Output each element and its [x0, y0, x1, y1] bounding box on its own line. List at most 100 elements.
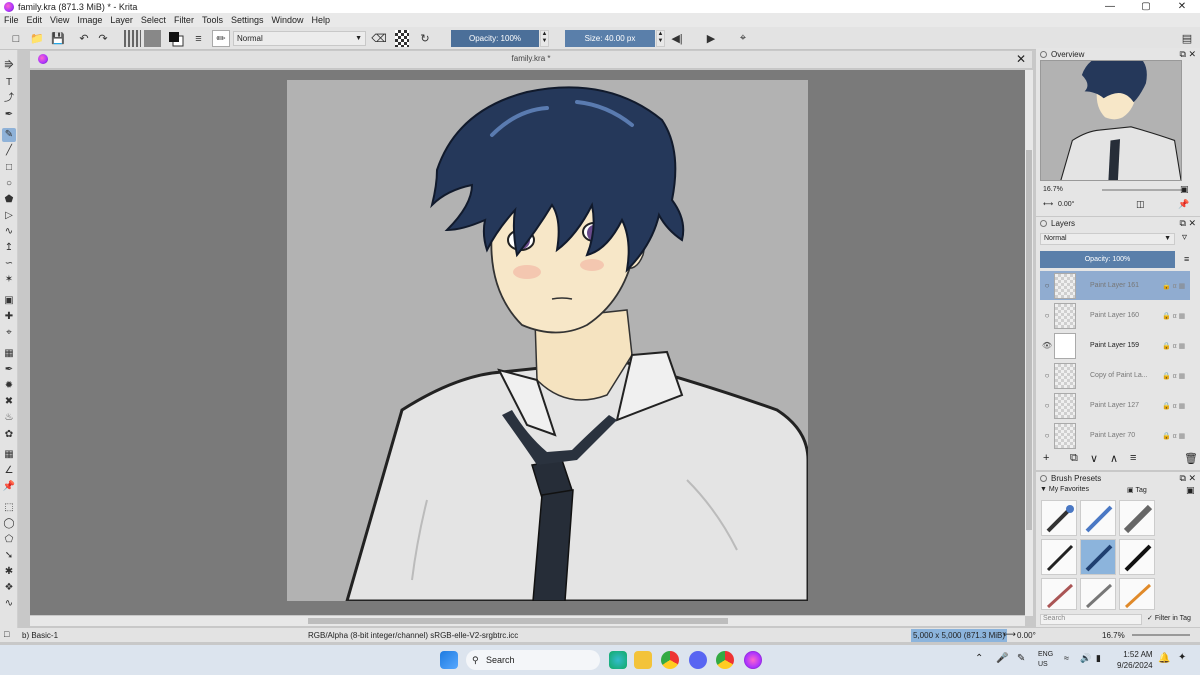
wifi-icon[interactable]: ≈ [1064, 653, 1069, 663]
menu-help[interactable]: Help [312, 15, 331, 25]
layer-lock-alpha-icons[interactable]: 🔒 α ▦ [1162, 432, 1190, 440]
battery-icon[interactable]: ▮ [1096, 653, 1101, 664]
brush-preset-cell[interactable] [1119, 500, 1155, 536]
opacity-spin[interactable]: ▲ ▼ [540, 30, 549, 47]
layer-visibility-off-icon[interactable]: ○ [1040, 311, 1054, 320]
select-shapes-tool-icon[interactable]: ⭆ [2, 59, 16, 73]
open-folder-icon[interactable]: 📁 [29, 30, 45, 47]
move-layer-up-icon[interactable]: ∧ [1110, 452, 1118, 465]
save-icon[interactable]: 💾 [50, 30, 66, 47]
layer-lock-alpha-icons[interactable]: 🔒 α ▦ [1162, 282, 1190, 290]
layer-filter-icon[interactable]: ▿ [1182, 232, 1187, 243]
pen-icon[interactable]: ✎ [1017, 653, 1025, 664]
layer-row[interactable]: ○ Paint Layer 161 🔒 α ▦ [1040, 271, 1190, 300]
menu-tools[interactable]: Tools [202, 15, 223, 25]
mirror-vertical-icon[interactable]: ▶ [704, 30, 718, 47]
mirror-view-icon[interactable]: ◫ [1136, 199, 1145, 210]
brush-preset-cell[interactable] [1041, 539, 1077, 575]
tag-button[interactable]: ▣ Tag [1127, 486, 1147, 494]
eraser-icon[interactable]: ⌫ [371, 30, 387, 47]
enclose-fill-tool-icon[interactable]: ✿ [2, 428, 16, 442]
elliptical-selection-tool-icon[interactable]: ◯ [2, 517, 16, 531]
edit-shapes-tool-icon[interactable]: ⤴ [2, 92, 16, 106]
brush-preset-cell[interactable] [1119, 578, 1155, 610]
move-layer-down-icon[interactable]: ∨ [1090, 452, 1098, 465]
canvas-area[interactable] [30, 70, 1025, 615]
layer-row[interactable]: ○ Copy of Paint La... 🔒 α ▦ [1040, 361, 1190, 390]
fg-bg-color-icon[interactable] [167, 30, 184, 47]
brush-preset-cell[interactable] [1041, 578, 1077, 610]
zoom-fit-icon[interactable]: ▣ [1180, 184, 1189, 195]
current-brush-label[interactable]: b) Basic-1 [22, 631, 58, 640]
layer-options-icon[interactable]: ≡ [1184, 254, 1189, 264]
menu-filter[interactable]: Filter [174, 15, 194, 25]
brush-preset-cell[interactable] [1080, 500, 1116, 536]
krita-taskbar-icon[interactable] [744, 651, 762, 669]
maximize-button[interactable]: ▢ [1128, 0, 1164, 13]
show-hidden-icons-icon[interactable]: ⌃ [975, 653, 983, 664]
layer-row[interactable]: 👁 Paint Layer 159 🔒 α ▦ [1040, 331, 1190, 360]
layer-opacity-slider[interactable]: Opacity: 100% [1040, 251, 1175, 268]
measure-tool-icon[interactable]: ∠ [2, 464, 16, 478]
status-zoom-slider[interactable] [1132, 634, 1190, 636]
docker-float-close-icon[interactable]: ⧉ ✕ [1180, 473, 1196, 484]
menu-view[interactable]: View [50, 15, 69, 25]
menu-edit[interactable]: Edit [27, 15, 43, 25]
bezier-tool-icon[interactable]: ∿ [2, 225, 16, 239]
docker-float-close-icon[interactable]: ⧉ ✕ [1180, 49, 1196, 60]
fill-tool-icon[interactable]: ♨ [2, 411, 16, 425]
close-document-icon[interactable]: ✕ [1016, 52, 1026, 66]
artwork-canvas[interactable] [287, 80, 808, 601]
status-rotation[interactable]: 0.00° [1017, 631, 1036, 640]
layer-row[interactable]: ○ Paint Layer 127 🔒 α ▦ [1040, 391, 1190, 420]
copilot-icon[interactable]: ✦ [1178, 652, 1186, 663]
overview-thumbnail[interactable] [1040, 60, 1182, 181]
file-explorer-icon[interactable] [634, 651, 652, 669]
freehand-selection-tool-icon[interactable]: ➘ [2, 549, 16, 563]
brush-view-icon[interactable]: ▣ [1186, 485, 1195, 496]
layer-row[interactable]: ○ Paint Layer 160 🔒 α ▦ [1040, 301, 1190, 330]
pin-icon[interactable]: 📌 [1178, 199, 1189, 210]
taskbar-clock[interactable]: 1:52 AM 9/26/2024 [1117, 649, 1153, 671]
new-document-icon[interactable]: □ [8, 30, 24, 47]
brush-settings-icon[interactable]: ≡ [190, 30, 207, 47]
crop-tool-icon[interactable]: ⌖ [2, 326, 16, 340]
layer-lock-alpha-icons[interactable]: 🔒 α ▦ [1162, 372, 1190, 380]
contiguous-selection-tool-icon[interactable]: ✱ [2, 565, 16, 579]
ellipse-tool-icon[interactable]: ○ [2, 177, 16, 191]
overview-rotation[interactable]: 0.00° [1058, 201, 1074, 208]
layer-lock-alpha-icons[interactable]: 🔒 α ▦ [1162, 342, 1190, 350]
layer-visibility-off-icon[interactable]: ○ [1040, 371, 1054, 380]
polygon-tool-icon[interactable]: ⬟ [2, 193, 16, 207]
brush-preset-cell[interactable] [1041, 500, 1077, 536]
windows-start-icon[interactable] [440, 651, 458, 669]
multibrush-tool-icon[interactable]: ✶ [2, 273, 16, 287]
layer-properties-icon[interactable]: ≡ [1130, 452, 1136, 464]
smart-patch-tool-icon[interactable]: ✖ [2, 395, 16, 409]
opacity-slider[interactable]: Opacity: 100% [451, 30, 539, 47]
layer-visibility-off-icon[interactable]: ○ [1040, 431, 1054, 440]
horizontal-scrollbar[interactable] [30, 616, 1025, 626]
bezier-selection-tool-icon[interactable]: ∿ [2, 597, 16, 611]
colorize-mask-tool-icon[interactable]: ✹ [2, 379, 16, 393]
taskbar-search[interactable]: ⚲ Search [466, 650, 600, 670]
hscroll-thumb[interactable] [308, 618, 728, 624]
blend-mode-select[interactable]: Normal ▼ [233, 31, 366, 46]
layer-lock-alpha-icons[interactable]: 🔒 α ▦ [1162, 312, 1190, 320]
vertical-scrollbar[interactable] [1025, 70, 1033, 616]
filter-in-tag-checkbox[interactable]: ✓ Filter in Tag [1147, 614, 1191, 622]
layer-visibility-on-icon[interactable]: 👁 [1040, 341, 1054, 350]
workspace-icon[interactable]: ▤ [1180, 30, 1194, 47]
transform-tool-icon[interactable]: ▣ [2, 294, 16, 308]
vscroll-thumb[interactable] [1026, 150, 1032, 530]
docker-lock-icon[interactable] [1040, 220, 1047, 227]
add-layer-icon[interactable]: + [1043, 452, 1049, 464]
similar-color-selection-tool-icon[interactable]: ❖ [2, 581, 16, 595]
layer-visibility-off-icon[interactable]: ○ [1040, 401, 1054, 410]
brush-tag-select[interactable]: ▼ My Favorites [1040, 486, 1134, 497]
docker-lock-icon[interactable] [1040, 51, 1047, 58]
layer-lock-alpha-icons[interactable]: 🔒 α ▦ [1162, 402, 1190, 410]
brush-search-input[interactable]: Search [1040, 614, 1142, 625]
rectangular-selection-tool-icon[interactable]: ⬚ [2, 501, 16, 515]
docker-lock-icon[interactable] [1040, 475, 1047, 482]
